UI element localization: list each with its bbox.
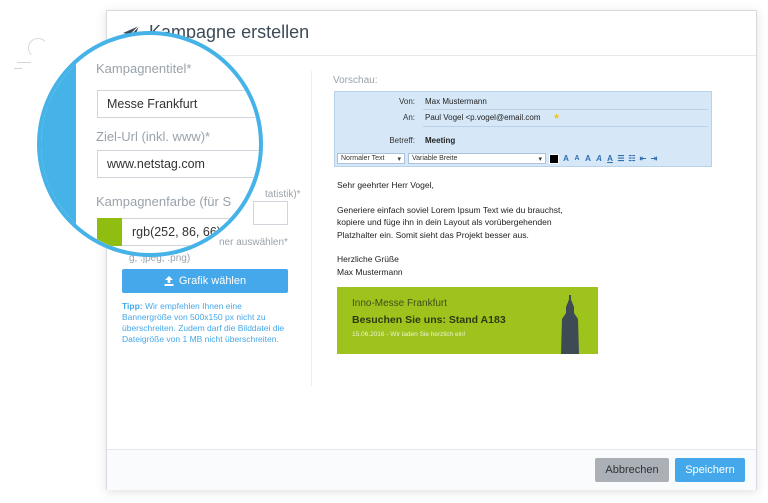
- width-select[interactable]: Variable Breite ▾: [408, 153, 546, 164]
- tower-icon: [561, 295, 579, 354]
- underline-icon[interactable]: A: [606, 154, 614, 163]
- indent-icon[interactable]: ⇥: [650, 154, 658, 163]
- format-select-label: Normaler Text: [341, 155, 385, 162]
- from-value: Max Mustermann: [425, 97, 487, 106]
- magnifier-accent-strip: [41, 35, 76, 253]
- column-divider: [311, 71, 312, 386]
- tip-text: Tipp: Wir empfehlen Ihnen eine Bannergrö…: [122, 301, 292, 345]
- format-select[interactable]: Normaler Text ▾: [337, 153, 405, 164]
- choose-graphic-label: Grafik wählen: [178, 275, 247, 287]
- numbered-list-icon[interactable]: ☷: [628, 154, 636, 163]
- to-key: An:: [402, 113, 415, 122]
- color-swatch[interactable]: [97, 218, 122, 246]
- banner-line-1: Inno-Messe Frankfurt: [352, 298, 448, 309]
- url-label: Ziel-Url (inkl. www)*: [96, 129, 211, 144]
- chevron-down-icon: ▾: [397, 155, 401, 163]
- star-icon: ★: [553, 112, 561, 121]
- email-header: Von: Max Mustermann An: Paul Vogel <p.vo…: [334, 91, 712, 167]
- chevron-down-icon: ▾: [538, 155, 542, 163]
- email-greeting: Sehr geehrter Herr Vogel,: [337, 180, 434, 190]
- subject-key: Betreff:: [389, 136, 415, 145]
- preview-label: Vorschau:: [333, 75, 378, 86]
- magnifier: Kampagnentitel* Messe Frankfurt Ziel-Url…: [37, 31, 263, 257]
- from-key: Von:: [398, 97, 415, 106]
- tip-body: Wir empfehlen Ihnen eine Bannergröße von…: [122, 301, 285, 344]
- title-label: Kampagnentitel*: [96, 61, 192, 76]
- email-signature: Max Mustermann: [337, 266, 403, 277]
- upload-icon: [164, 276, 174, 286]
- subject-value: Meeting: [425, 136, 456, 145]
- font-grow-icon[interactable]: A: [562, 154, 570, 163]
- width-select-label: Variable Breite: [412, 155, 458, 162]
- header-divider: [423, 109, 708, 110]
- tip-label: Tipp:: [122, 301, 143, 311]
- outdent-icon[interactable]: ⇤: [639, 154, 647, 163]
- editor-toolbar: Normaler Text ▾ Variable Breite ▾ A A A A …: [337, 152, 709, 165]
- subject-row: Betreff: Meeting: [335, 136, 711, 151]
- text-color-icon[interactable]: [549, 153, 559, 164]
- banner-line-2: Besuchen Sie uns: Stand A183: [352, 314, 506, 326]
- bold-icon[interactable]: A: [584, 154, 592, 163]
- campaign-banner: Inno-Messe Frankfurt Besuchen Sie uns: S…: [337, 287, 598, 354]
- modal-footer: Abbrechen Speichern: [107, 449, 756, 490]
- email-paragraph: Generiere einfach soviel Lorem Ipsum Tex…: [337, 204, 563, 240]
- italic-icon[interactable]: A: [595, 154, 603, 163]
- to-value: Paul Vogel <p.vogel@email.com: [425, 113, 541, 122]
- banner-line-3: 15.06.2016 - Wir laden Sie herzlich ein!: [352, 331, 466, 338]
- decorative-line: [17, 62, 31, 63]
- font-shrink-icon[interactable]: A: [573, 155, 581, 162]
- email-body: Sehr geehrter Herr Vogel, Generiere einf…: [337, 179, 707, 278]
- decorative-line: [14, 68, 22, 69]
- email-closing: Herzliche Grüße: [337, 254, 399, 264]
- title-input[interactable]: Messe Frankfurt: [97, 90, 259, 118]
- bullet-list-icon[interactable]: ☰: [617, 154, 625, 163]
- choose-graphic-button[interactable]: Grafik wählen: [122, 269, 288, 293]
- save-button[interactable]: Speichern: [675, 458, 745, 482]
- url-input[interactable]: www.netstag.com: [97, 150, 259, 178]
- header-divider: [423, 126, 708, 127]
- color-label: Kampagnenfarbe (für S: [96, 194, 232, 209]
- cancel-button[interactable]: Abbrechen: [595, 458, 669, 482]
- color-label-tail: tatistik)*: [265, 189, 301, 200]
